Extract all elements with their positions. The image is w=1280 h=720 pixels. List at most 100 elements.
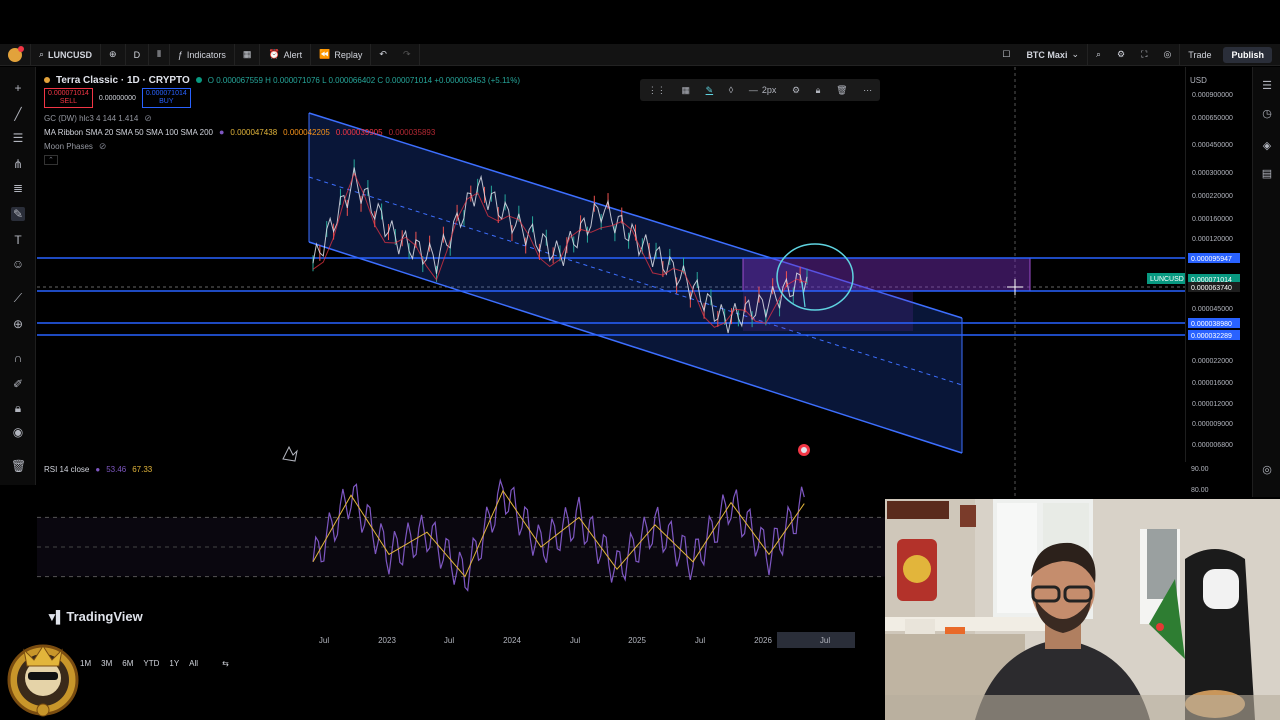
layout-toggle[interactable]: ☐ xyxy=(994,44,1018,66)
indicators-label: Indicators xyxy=(186,49,226,60)
indicators-button[interactable]: ƒ Indicators xyxy=(170,43,235,66)
trend-line-icon[interactable]: ╱ xyxy=(11,107,25,121)
chart-title[interactable]: Terra Classic · 1D · CRYPTO xyxy=(56,75,190,86)
publish-button[interactable]: Publish xyxy=(1223,46,1272,63)
trade-button[interactable]: Trade xyxy=(1180,44,1219,66)
rsi-tick: 90.00 xyxy=(1191,466,1209,473)
rsi-scale: 90.00 80.00 xyxy=(1185,463,1251,503)
quick-search-button[interactable]: ⌕ xyxy=(1088,44,1109,66)
fib-icon[interactable]: ≣ xyxy=(11,181,25,195)
price-tick: 0.000160000 xyxy=(1192,216,1233,223)
date-range-icon[interactable]: ⇆ xyxy=(222,659,229,668)
undo-button[interactable]: ↶ xyxy=(371,44,395,66)
ruler-icon[interactable]: ⟋ xyxy=(11,291,25,305)
indicator-moon-phases[interactable]: Moon Phases xyxy=(44,142,93,151)
replay-button[interactable]: ⏪ Replay xyxy=(311,43,372,66)
trash-icon[interactable]: 🗑︎ xyxy=(11,459,26,473)
pencil-lock-icon[interactable]: ✐ xyxy=(11,377,25,391)
letterbox xyxy=(0,0,1280,44)
chart-type-button[interactable]: ⫴ xyxy=(149,43,170,66)
lock-icon[interactable]: 🔒︎ xyxy=(11,401,25,415)
lock-icon[interactable]: 🔒︎ xyxy=(816,85,821,96)
pitchfork-icon[interactable]: ⋔ xyxy=(11,157,25,171)
range-ytd[interactable]: YTD xyxy=(143,659,159,668)
horizontal-lines-icon[interactable]: ☰ xyxy=(11,131,25,145)
indicator-gc[interactable]: GC (DW) hlc3 4 144 1.414 xyxy=(44,114,138,123)
ohlc-values: O 0.000067559 H 0.000071076 L 0.00006640… xyxy=(207,75,521,85)
layers-icon[interactable]: ◈ xyxy=(1260,139,1274,153)
fill-icon[interactable]: ◊ xyxy=(729,85,733,95)
sell-button[interactable]: 0.000071014 SELL xyxy=(44,88,93,108)
eye-off-icon[interactable]: ⊘ xyxy=(99,141,107,152)
magnet-icon[interactable]: ∩ xyxy=(11,351,25,365)
target-icon[interactable]: ◎ xyxy=(1260,463,1274,477)
time-highlight xyxy=(777,632,855,648)
rsi-tick: 80.00 xyxy=(1191,487,1209,494)
pen-color-icon[interactable]: ✎ xyxy=(706,85,714,96)
range-1y[interactable]: 1Y xyxy=(169,659,179,668)
replay-label: Replay xyxy=(334,49,363,60)
more-icon[interactable]: ⋯ xyxy=(863,85,872,96)
eye-off-icon[interactable]: ⊘ xyxy=(144,113,152,124)
tv-wordmark: TradingView xyxy=(66,609,143,624)
user-avatar[interactable] xyxy=(0,43,31,66)
moon-phase-inner xyxy=(801,447,807,453)
symbol-label: LUNCUSD xyxy=(48,49,93,60)
trade-label: Trade xyxy=(1188,49,1212,60)
time-tick: Jul xyxy=(319,636,329,645)
symbol-search[interactable]: ⌕ LUNCUSD xyxy=(31,43,102,66)
buy-button[interactable]: 0.000071014 BUY xyxy=(141,88,191,108)
text-icon[interactable]: T xyxy=(11,233,25,247)
search-icon: ⌕ xyxy=(1096,49,1102,59)
support-zone xyxy=(743,291,913,331)
brush-icon[interactable]: ✎ xyxy=(11,207,25,221)
watchlist-icon[interactable]: ☰ xyxy=(1260,79,1274,93)
redo-button[interactable]: ↷ xyxy=(395,43,420,66)
right-sidebar: ☰ ◷ ◈ ▤ ◎ xyxy=(1252,67,1280,497)
price-axis: USD 0.000900000 0.000650000 0.000450000 0.00… xyxy=(1188,76,1240,449)
drag-handle-icon[interactable]: ⋮⋮ xyxy=(648,85,666,96)
price-badge: 0.000038980 xyxy=(1188,318,1240,328)
line-width-label: 2px xyxy=(761,85,777,95)
line-width-icon: — xyxy=(748,85,758,95)
range-all[interactable]: All xyxy=(189,659,198,668)
tradingview-logo: ▼▌ TradingView xyxy=(46,609,143,624)
snapshot-button[interactable]: ◎ xyxy=(1155,43,1181,66)
indicator-ma-ribbon[interactable]: MA Ribbon SMA 20 SMA 50 SMA 100 SMA 200 xyxy=(44,128,213,137)
time-tick: 2026 xyxy=(754,636,772,645)
emoji-icon[interactable]: ☺ xyxy=(11,257,25,271)
tradingview-app: ⌕ LUNCUSD ⊕ D ⫴ ƒ Indicators ▦ ⏰ Alert ⏪… xyxy=(0,0,1280,720)
time-tick: Jul xyxy=(820,636,830,645)
fullscreen-button[interactable]: ⛶ xyxy=(1133,44,1155,66)
line-width-control[interactable]: — 2px xyxy=(749,85,777,95)
settings-icon[interactable]: ⚙ xyxy=(792,85,800,96)
zoom-icon[interactable]: ⊕ xyxy=(11,317,25,331)
webcam-image xyxy=(885,499,1280,720)
price-scale[interactable]: USD 0.000900000 0.000650000 0.000450000 0.00… xyxy=(1185,67,1251,462)
alert-button[interactable]: ⏰ Alert xyxy=(260,43,312,66)
price-tick: 0.000450000 xyxy=(1192,142,1233,149)
layout-menu[interactable]: BTC Maxi ⌄ xyxy=(1018,43,1088,66)
range-3m[interactable]: 3M xyxy=(101,659,112,668)
clock-icon[interactable]: ◷ xyxy=(1260,107,1274,121)
crosshair-icon[interactable]: + xyxy=(11,81,25,95)
eye-icon[interactable]: ◉ xyxy=(11,425,25,439)
templates-button[interactable]: ▦ xyxy=(235,43,261,66)
drawing-style-toolbar: ⋮⋮ ▦ ✎ ◊ — 2px ⚙ 🔒︎ 🗑︎ ⋯ xyxy=(640,79,880,101)
rsi-label[interactable]: RSI 14 close xyxy=(44,465,89,474)
settings-dot-icon[interactable]: ● xyxy=(219,127,224,137)
range-6m[interactable]: 6M xyxy=(122,659,133,668)
settings-button[interactable]: ⚙ xyxy=(1109,44,1133,66)
price-badge-label: 0.000032289 xyxy=(1191,333,1232,340)
interval-button[interactable]: D xyxy=(126,43,150,66)
chat-icon[interactable]: ▤ xyxy=(1260,167,1274,181)
trash-icon[interactable]: 🗑︎ xyxy=(836,85,847,96)
chevron-down-icon: ⌄ xyxy=(1071,49,1079,59)
templates-icon[interactable]: ▦ xyxy=(681,85,690,96)
price-tick: 0.000016000 xyxy=(1192,380,1233,387)
spread-value: 0.00000000 xyxy=(98,94,136,102)
compare-button[interactable]: ⊕ xyxy=(101,43,126,66)
price-badge-label: 0.000095947 xyxy=(1191,256,1232,263)
collapse-icon[interactable]: ⌃ xyxy=(44,155,58,165)
settings-dot-icon[interactable]: ● xyxy=(95,465,100,474)
